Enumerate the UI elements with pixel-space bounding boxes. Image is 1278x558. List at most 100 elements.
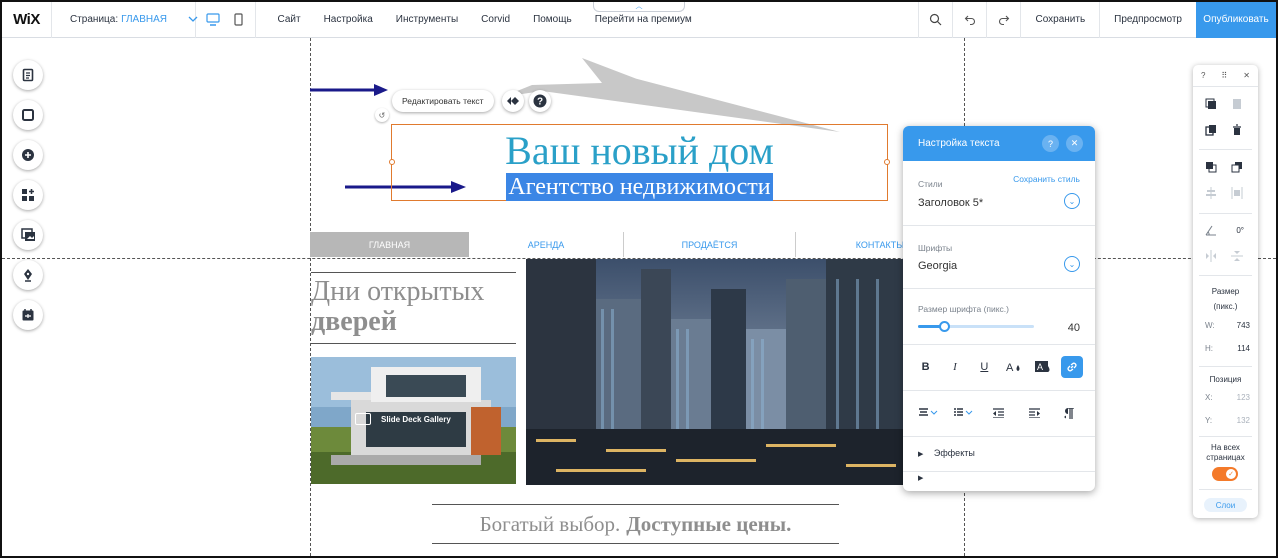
site-heading[interactable]: Ваш новый дом bbox=[392, 128, 887, 174]
slide-deck-gallery[interactable]: Slide Deck Gallery bbox=[311, 357, 516, 484]
y-field[interactable]: Y: 132 bbox=[1205, 416, 1250, 425]
highlight-icon[interactable]: A bbox=[1032, 356, 1054, 378]
height-value[interactable]: 114 bbox=[1237, 344, 1250, 353]
desktop-icon[interactable] bbox=[205, 13, 220, 27]
all-pages-toggle[interactable]: ✓ bbox=[1212, 467, 1238, 481]
close-icon[interactable]: ✕ bbox=[1243, 71, 1250, 80]
chevron-down-icon[interactable]: ⌄ bbox=[1064, 256, 1080, 272]
flip-vertical-icon[interactable] bbox=[1231, 250, 1243, 262]
check-icon: ✓ bbox=[1226, 469, 1236, 479]
align-dropdown-icon[interactable] bbox=[918, 402, 940, 424]
city-image[interactable] bbox=[526, 259, 906, 485]
undo-icon[interactable] bbox=[952, 2, 986, 38]
menu-corvid[interactable]: Corvid bbox=[470, 14, 522, 25]
site-subheading[interactable]: Агентство недвижимости bbox=[506, 173, 773, 201]
copy-icon[interactable] bbox=[1205, 98, 1217, 110]
resize-handle[interactable] bbox=[389, 159, 395, 165]
angle-value[interactable]: 0° bbox=[1223, 226, 1244, 235]
font-value: Georgia bbox=[918, 260, 958, 272]
open-days-title[interactable]: Дни открытых дверей bbox=[311, 272, 516, 344]
align-icon[interactable] bbox=[1205, 187, 1217, 199]
gallery-name: Slide Deck Gallery bbox=[381, 414, 451, 424]
list-dropdown-icon[interactable] bbox=[953, 402, 975, 424]
nav-home[interactable]: ГЛАВНАЯ bbox=[310, 232, 469, 257]
panel-header: Настройка текста ? ✕ bbox=[903, 126, 1095, 161]
send-backward-icon[interactable] bbox=[1231, 161, 1243, 173]
effects-label: Эффекты bbox=[933, 448, 975, 458]
height-field[interactable]: H: 114 bbox=[1205, 344, 1250, 353]
blog-pen-icon[interactable] bbox=[13, 260, 43, 290]
x-value[interactable]: 123 bbox=[1237, 393, 1250, 402]
add-icon[interactable] bbox=[13, 140, 43, 170]
add-apps-icon[interactable] bbox=[13, 180, 43, 210]
rotate-angle-icon[interactable] bbox=[1205, 224, 1217, 236]
bring-forward-icon[interactable] bbox=[1205, 161, 1217, 173]
chevron-down-icon[interactable]: ⌄ bbox=[1064, 193, 1080, 209]
publish-button[interactable]: Опубликовать bbox=[1196, 2, 1276, 38]
rotate-icon[interactable]: ↺ bbox=[375, 108, 389, 122]
open-days-line1: Дни открытых bbox=[311, 276, 485, 307]
layers-button[interactable]: Слои bbox=[1204, 498, 1247, 512]
resize-handle[interactable] bbox=[884, 159, 890, 165]
search-icon[interactable] bbox=[918, 2, 952, 38]
background-icon[interactable] bbox=[13, 100, 43, 130]
outdent-icon[interactable] bbox=[988, 402, 1010, 424]
font-size-value[interactable]: 40 bbox=[1068, 322, 1080, 334]
wix-logo[interactable]: WiX bbox=[2, 2, 52, 38]
indent-icon[interactable] bbox=[1023, 402, 1045, 424]
menu-upgrade[interactable]: Перейти на премиум bbox=[583, 14, 703, 25]
animation-icon[interactable] bbox=[502, 90, 524, 112]
italic-icon[interactable]: I bbox=[944, 356, 966, 378]
gallery-label: Slide Deck Gallery bbox=[355, 413, 451, 425]
x-field[interactable]: X: 123 bbox=[1205, 393, 1250, 402]
menu-help[interactable]: Помощь bbox=[522, 14, 584, 25]
help-icon[interactable]: ? bbox=[1201, 71, 1205, 80]
panel-title: Настройка текста bbox=[918, 138, 1000, 149]
width-value[interactable]: 743 bbox=[1237, 321, 1250, 330]
menu-settings[interactable]: Настройка bbox=[312, 14, 384, 25]
text-color-icon[interactable]: A bbox=[1003, 356, 1025, 378]
style-dropdown[interactable]: Заголовок 5* ⌄ bbox=[903, 193, 1095, 211]
collapse-toolbar-handle[interactable]: ︿ bbox=[593, 2, 685, 12]
nav-sale[interactable]: ПРОДАЁТСЯ bbox=[624, 232, 795, 257]
y-value[interactable]: 132 bbox=[1237, 416, 1250, 425]
selected-text-box[interactable]: Ваш новый дом Агентство недвижимости bbox=[389, 124, 890, 201]
style-value: Заголовок 5* bbox=[918, 197, 984, 209]
close-icon[interactable]: ✕ bbox=[1066, 135, 1083, 152]
media-icon[interactable] bbox=[13, 220, 43, 250]
font-dropdown[interactable]: Georgia ⌄ bbox=[903, 256, 1095, 274]
menu-tools[interactable]: Инструменты bbox=[384, 14, 469, 25]
bold-icon[interactable]: B bbox=[915, 356, 937, 378]
save-button[interactable]: Сохранить bbox=[1020, 2, 1099, 38]
flip-horizontal-icon[interactable] bbox=[1205, 250, 1217, 262]
preview-button[interactable]: Предпросмотр bbox=[1099, 2, 1196, 38]
more-section[interactable]: ▶ bbox=[903, 474, 1095, 482]
duplicate-icon[interactable] bbox=[1205, 124, 1217, 136]
device-switcher bbox=[196, 2, 256, 38]
page-selector[interactable]: Страница: ГЛАВНАЯ bbox=[52, 2, 198, 38]
paragraph-toolbar bbox=[903, 402, 1095, 424]
bookings-calendar-icon[interactable] bbox=[13, 300, 43, 330]
nav-rent[interactable]: АРЕНДА bbox=[469, 232, 623, 257]
chevron-right-icon: ▶ bbox=[918, 451, 924, 458]
fonts-label: Шрифты bbox=[918, 243, 953, 253]
drag-handle-icon[interactable]: ⠿ bbox=[1221, 71, 1227, 80]
underline-icon[interactable]: U bbox=[973, 356, 995, 378]
width-field[interactable]: W: 743 bbox=[1205, 321, 1250, 330]
mobile-icon[interactable] bbox=[232, 13, 246, 27]
open-days-line2: дверей bbox=[311, 306, 397, 337]
tagline[interactable]: Богатый выбор. Доступные цены. bbox=[432, 504, 839, 544]
delete-icon[interactable] bbox=[1231, 124, 1243, 136]
link-icon[interactable] bbox=[1061, 356, 1084, 378]
effects-section[interactable]: ▶ Эффекты bbox=[903, 448, 1095, 458]
distribute-icon[interactable] bbox=[1231, 187, 1243, 199]
edit-text-button[interactable]: Редактировать текст bbox=[392, 90, 494, 112]
redo-icon[interactable] bbox=[986, 2, 1020, 38]
help-icon[interactable]: ? bbox=[529, 90, 551, 112]
menu-site[interactable]: Сайт bbox=[266, 14, 312, 25]
paste-icon[interactable] bbox=[1231, 98, 1243, 110]
pages-icon[interactable] bbox=[13, 60, 43, 90]
text-direction-icon[interactable] bbox=[1058, 402, 1080, 424]
help-icon[interactable]: ? bbox=[1042, 135, 1059, 152]
save-style-link[interactable]: Сохранить стиль bbox=[1013, 174, 1080, 184]
